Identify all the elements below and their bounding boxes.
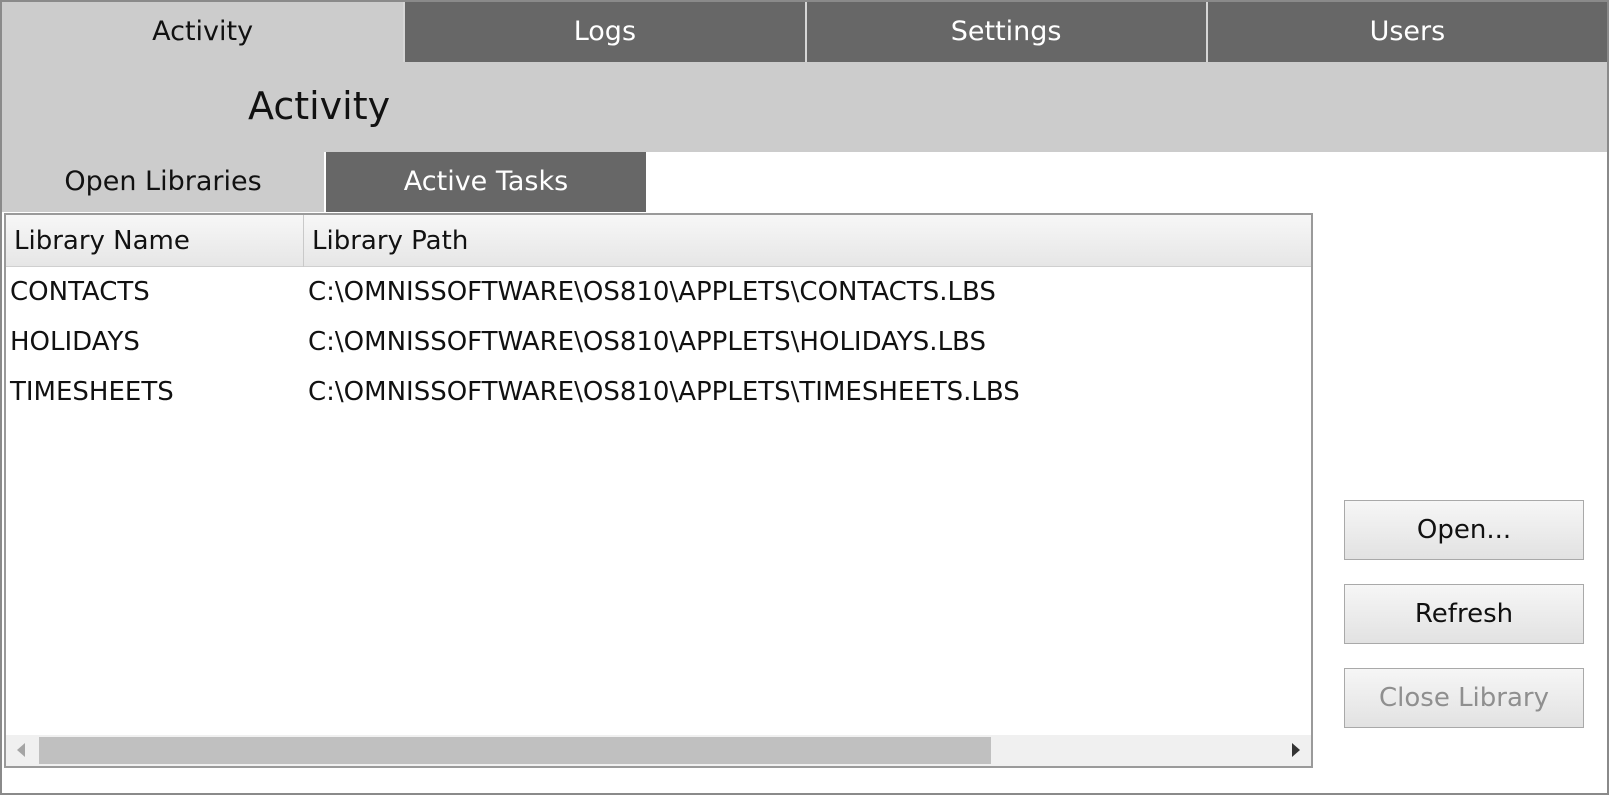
top-tab-bar: Activity Logs Settings Users: [2, 2, 1607, 62]
library-name-cell: TIMESHEETS: [10, 377, 174, 407]
scrollbar-thumb[interactable]: [39, 737, 991, 764]
open-button[interactable]: Open...: [1344, 500, 1584, 560]
list-body: CONTACTS C:\OMNISSOFTWARE\OS810\APPLETS\…: [6, 267, 1311, 417]
tab-active-tasks[interactable]: Active Tasks: [324, 152, 646, 212]
table-row[interactable]: TIMESHEETS C:\OMNISSOFTWARE\OS810\APPLET…: [6, 367, 1311, 417]
library-name-cell: HOLIDAYS: [10, 327, 140, 357]
column-header-library-name[interactable]: Library Name: [6, 215, 304, 267]
libraries-list[interactable]: Library Name Library Path CONTACTS C:\OM…: [4, 213, 1313, 768]
library-name-cell: CONTACTS: [10, 277, 150, 307]
title-band: Activity: [2, 62, 1607, 152]
library-path-cell: C:\OMNISSOFTWARE\OS810\APPLETS\TIMESHEET…: [308, 377, 1020, 407]
library-path-cell: C:\OMNISSOFTWARE\OS810\APPLETS\CONTACTS.…: [308, 277, 996, 307]
tab-settings[interactable]: Settings: [804, 2, 1206, 62]
horizontal-scrollbar[interactable]: [6, 735, 1311, 766]
scroll-right-icon[interactable]: [1280, 735, 1311, 766]
tab-users[interactable]: Users: [1205, 2, 1607, 62]
table-row[interactable]: CONTACTS C:\OMNISSOFTWARE\OS810\APPLETS\…: [6, 267, 1311, 317]
library-path-cell: C:\OMNISSOFTWARE\OS810\APPLETS\HOLIDAYS.…: [308, 327, 986, 357]
refresh-button[interactable]: Refresh: [1344, 584, 1584, 644]
activity-window: Activity Logs Settings Users Activity Op…: [0, 0, 1609, 795]
sub-tab-bar: Open Libraries Active Tasks: [2, 152, 646, 212]
column-header-library-path[interactable]: Library Path: [304, 215, 1311, 267]
table-row[interactable]: HOLIDAYS C:\OMNISSOFTWARE\OS810\APPLETS\…: [6, 317, 1311, 367]
page-title: Activity: [248, 84, 391, 128]
list-header: Library Name Library Path: [6, 215, 1311, 267]
close-library-button[interactable]: Close Library: [1344, 668, 1584, 728]
tab-open-libraries[interactable]: Open Libraries: [2, 152, 324, 212]
tab-activity[interactable]: Activity: [2, 2, 404, 62]
scroll-left-icon[interactable]: [6, 735, 37, 766]
tab-logs[interactable]: Logs: [403, 2, 805, 62]
